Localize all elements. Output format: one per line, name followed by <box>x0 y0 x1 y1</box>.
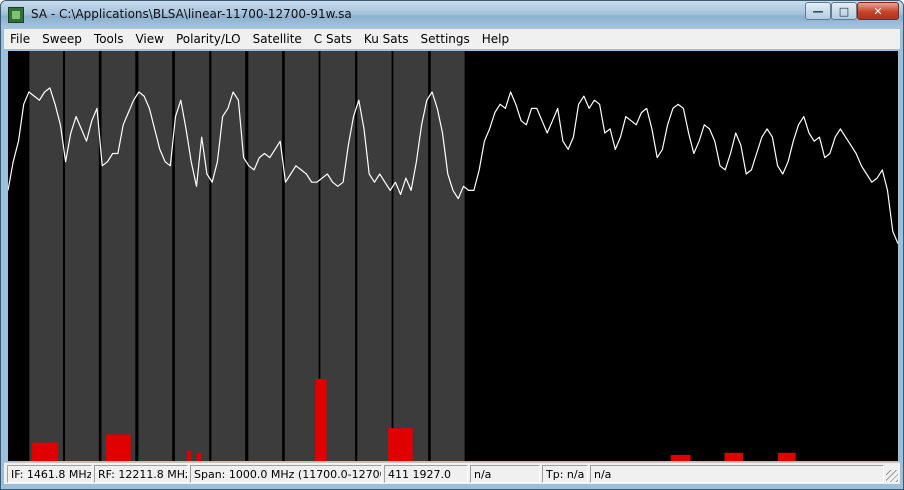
menu-file[interactable]: File <box>4 32 36 46</box>
menu-tools[interactable]: Tools <box>88 32 130 46</box>
window-frame-bottom <box>1 485 903 489</box>
status-if: IF: 1461.8 MHz <box>7 465 92 483</box>
signal-bar <box>315 379 327 461</box>
menu-view[interactable]: View <box>129 32 169 46</box>
signal-bar <box>186 450 192 461</box>
signal-bar <box>724 452 744 461</box>
channel-band <box>393 51 429 461</box>
status-field7: n/a <box>590 465 884 483</box>
spectrum-plot[interactable] <box>8 51 898 461</box>
channel-band <box>248 51 283 461</box>
channel-band <box>101 51 136 461</box>
app-icon[interactable] <box>8 7 24 23</box>
menu-ku-sats[interactable]: Ku Sats <box>358 32 415 46</box>
menu-settings[interactable]: Settings <box>415 32 476 46</box>
status-reading: 411 1927.0 <box>384 465 468 483</box>
window-title: SA - C:\Applications\BLSA\linear-11700-1… <box>31 7 352 21</box>
channel-band <box>65 51 99 461</box>
signal-bar <box>671 454 691 461</box>
channel-band <box>174 51 210 461</box>
signal-bar <box>196 452 202 461</box>
menu-bar: File Sweep Tools View Polarity/LO Satell… <box>4 29 900 49</box>
channel-band <box>138 51 173 461</box>
channel-band <box>430 51 465 461</box>
channel-band <box>29 51 63 461</box>
title-bar[interactable]: SA - C:\Applications\BLSA\linear-11700-1… <box>1 1 903 29</box>
menu-satellite[interactable]: Satellite <box>247 32 308 46</box>
maximize-button[interactable]: □ <box>831 2 857 20</box>
status-rf: RF: 12211.8 MHz <box>94 465 188 483</box>
application-window: SA - C:\Applications\BLSA\linear-11700-1… <box>0 0 904 490</box>
channel-band <box>357 51 392 461</box>
minimize-button[interactable]: — <box>805 2 831 20</box>
menu-sweep[interactable]: Sweep <box>36 32 88 46</box>
signal-bar <box>105 434 131 461</box>
signal-bar <box>32 442 58 461</box>
spectrum-svg <box>8 51 898 461</box>
channel-band <box>211 51 246 461</box>
status-span: Span: 1000.0 MHz (11700.0-12700.0) <box>190 465 382 483</box>
resize-grip[interactable] <box>886 470 898 482</box>
status-tp: Tp: n/a <box>542 465 588 483</box>
menu-help[interactable]: Help <box>476 32 515 46</box>
channel-band <box>284 51 319 461</box>
signal-bar <box>388 428 413 461</box>
status-field5: n/a <box>470 465 540 483</box>
menu-c-sats[interactable]: C Sats <box>308 32 358 46</box>
menu-polarity-lo[interactable]: Polarity/LO <box>170 32 247 46</box>
close-button[interactable]: ✕ <box>857 2 899 20</box>
status-bar: IF: 1461.8 MHz RF: 12211.8 MHz Span: 100… <box>4 462 900 484</box>
signal-bar <box>777 452 796 461</box>
